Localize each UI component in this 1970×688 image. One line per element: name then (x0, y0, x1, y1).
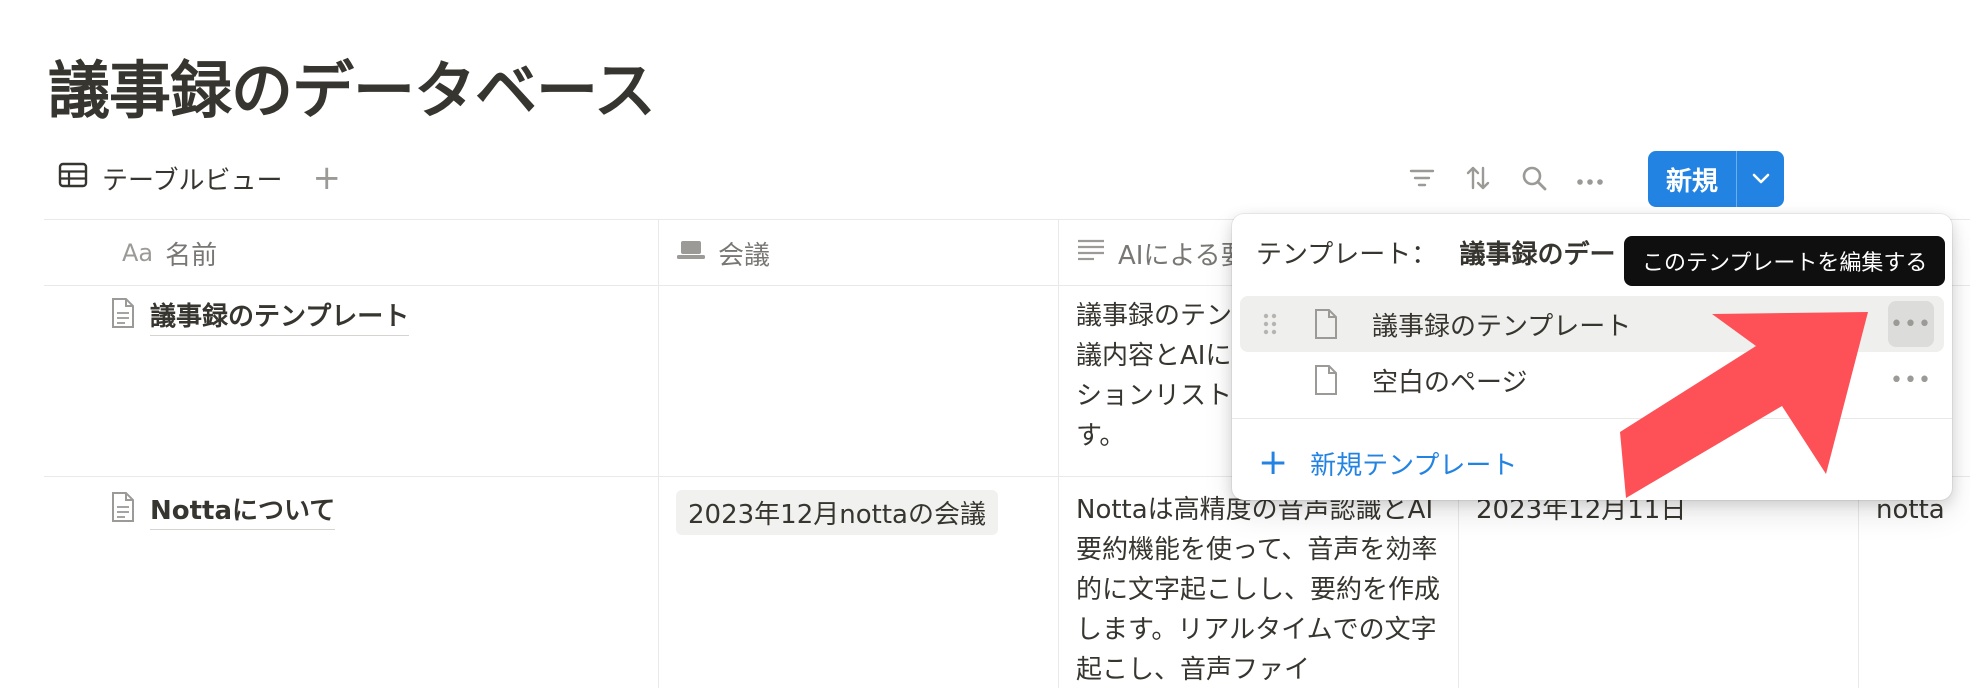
document-icon (110, 491, 150, 530)
column-divider (1058, 220, 1059, 688)
table-row-name[interactable]: 議事録のテンプレート (110, 296, 410, 336)
sort-icon (1464, 164, 1492, 196)
template-menu-header-db-name: 議事録のデー (1459, 240, 1616, 270)
ai-summary-cell: 議事録のテン 議内容とAIに ションリスト す。 (1076, 301, 1233, 451)
column-header-meeting[interactable]: 会議 (676, 222, 770, 284)
table-row-name[interactable]: Nottaについて (110, 490, 336, 530)
sort-button[interactable] (1456, 158, 1500, 202)
column-header-label: 名前 (165, 240, 218, 271)
template-menu-header: テンプレート： 議事録のデー (1256, 234, 1616, 271)
page-title: 議事録のデータベース (48, 54, 656, 127)
template-item-label: 議事録のテンプレート (1372, 311, 1632, 342)
chevron-down-icon (1752, 170, 1770, 189)
column-header-name[interactable]: Aa 名前 (122, 222, 217, 284)
new-button-group: 新規 (1648, 151, 1784, 207)
ai-summary-cell: Nottaは高精度の音声認識とAI要約機能を使って、音声を効率的に文字起こしし、… (1076, 495, 1441, 685)
more-horizontal-icon (1576, 171, 1604, 190)
template-menu-header-label: テンプレート： (1256, 240, 1438, 270)
template-item-blank-page[interactable]: 空白のページ ••• (1240, 352, 1944, 408)
drag-handle-icon[interactable] (1240, 312, 1300, 336)
view-tab-bar: テーブルビュー + (58, 158, 341, 198)
filter-button[interactable] (1400, 158, 1444, 202)
column-header-label: 会議 (718, 240, 771, 271)
page-icon (1300, 308, 1352, 340)
add-view-button[interactable]: + (312, 161, 341, 195)
database-toolbar (1400, 152, 1624, 208)
new-dropdown-button[interactable] (1737, 151, 1784, 207)
table-icon (58, 162, 102, 195)
document-icon (110, 297, 150, 336)
search-button[interactable] (1512, 158, 1556, 202)
filter-icon (1408, 166, 1436, 194)
tab-table-view-label: テーブルビュー (102, 165, 283, 196)
page-icon (1300, 364, 1352, 396)
template-more-button[interactable]: ••• (1888, 357, 1934, 403)
column-divider (658, 220, 659, 688)
tab-table-view[interactable]: テーブルビュー (58, 160, 282, 197)
row-title: Nottaについて (150, 490, 336, 530)
new-template-button[interactable]: + 新規テンプレート (1258, 438, 1517, 488)
new-button[interactable]: 新規 (1648, 151, 1736, 207)
text-property-icon: Aa (122, 239, 154, 267)
menu-divider (1232, 418, 1952, 419)
template-more-button[interactable]: ••• (1888, 301, 1934, 347)
template-item-meeting-minutes[interactable]: 議事録のテンプレート ••• (1240, 296, 1944, 352)
text-lines-icon (1076, 238, 1118, 269)
meeting-relation-tag[interactable]: 2023年12月nottaの会議 (676, 490, 998, 535)
plus-icon: + (1258, 442, 1289, 483)
laptop-icon (676, 238, 718, 268)
search-icon (1520, 164, 1548, 196)
new-template-label: 新規テンプレート (1310, 450, 1518, 481)
more-options-button[interactable] (1568, 158, 1612, 202)
edit-template-tooltip: このテンプレートを編集する (1624, 236, 1946, 286)
template-item-label: 空白のページ (1372, 367, 1528, 398)
row-title: 議事録のテンプレート (150, 296, 410, 336)
